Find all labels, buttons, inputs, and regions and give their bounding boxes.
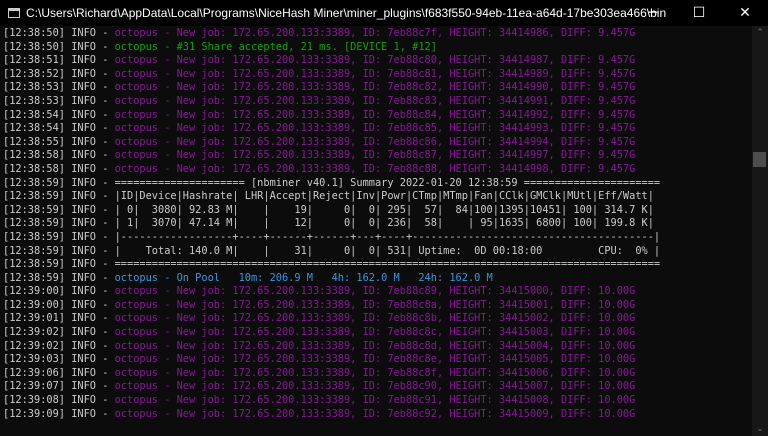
log-line: [12:38:59] INFO - | 0| 3080| 92.83 M| | …: [3, 204, 751, 218]
window-title: C:\Users\Richard\AppData\Local\Programs\…: [26, 6, 666, 20]
log-line: [12:38:53] INFO - octopus - New job: 172…: [3, 95, 751, 109]
log-line: [12:39:06] INFO - octopus - New job: 172…: [3, 367, 751, 381]
console-output[interactable]: [12:38:50] INFO - octopus - New job: 172…: [3, 27, 751, 436]
scroll-up-arrow-icon[interactable]: ⌃: [752, 28, 768, 38]
log-line: [12:38:58] INFO - octopus - New job: 172…: [3, 149, 751, 163]
log-prefix: [12:38:59] INFO -: [3, 230, 115, 243]
log-message: ========================================…: [114, 258, 661, 271]
minimize-button[interactable]: ─: [630, 0, 676, 26]
log-line: [12:38:50] INFO - octopus - New job: 172…: [3, 27, 751, 41]
log-message: octopus - New job: 172.65.200.133:3389, …: [114, 407, 636, 420]
log-message: octopus - New job: 172.65.200.133:3389, …: [114, 312, 636, 325]
log-line: [12:39:00] INFO - octopus - New job: 172…: [3, 299, 751, 313]
log-prefix: [12:39:02] INFO -: [3, 326, 115, 339]
log-line: [12:39:03] INFO - octopus - New job: 172…: [3, 353, 751, 367]
log-message: octopus - New job: 172.65.200.133:3389, …: [114, 285, 636, 298]
log-message: octopus - New job: 172.65.200.133:3389, …: [114, 162, 636, 175]
log-message: octopus - #31 Share accepted, 21 ms. [DE…: [114, 40, 437, 53]
log-message: octopus - On Pool 10m: 206.9 M 4h: 162.0…: [114, 271, 493, 284]
log-prefix: [12:39:06] INFO -: [3, 366, 115, 379]
log-prefix: [12:38:54] INFO -: [3, 122, 115, 135]
log-message: octopus - New job: 172.65.200.133:3389, …: [114, 298, 636, 311]
log-message: octopus - New job: 172.65.200.133:3389, …: [114, 54, 636, 67]
log-line: [12:38:59] INFO - ===================== …: [3, 177, 751, 191]
log-prefix: [12:38:59] INFO -: [3, 176, 115, 189]
vertical-scrollbar[interactable]: ⌃ ⌄: [752, 26, 768, 436]
log-line: [12:38:51] INFO - octopus - New job: 172…: [3, 54, 751, 68]
log-prefix: [12:38:59] INFO -: [3, 244, 115, 257]
log-prefix: [12:38:53] INFO -: [3, 81, 115, 94]
log-line: [12:38:50] INFO - octopus - #31 Share ac…: [3, 41, 751, 55]
log-prefix: [12:38:52] INFO -: [3, 67, 115, 80]
log-line: [12:39:01] INFO - octopus - New job: 172…: [3, 312, 751, 326]
log-message: octopus - New job: 172.65.200.133:3389, …: [114, 366, 636, 379]
log-line: [12:38:53] INFO - octopus - New job: 172…: [3, 81, 751, 95]
log-prefix: [12:39:03] INFO -: [3, 353, 115, 366]
log-prefix: [12:38:59] INFO -: [3, 217, 115, 230]
log-message: octopus - New job: 172.65.200.133:3389, …: [114, 353, 636, 366]
log-prefix: [12:39:08] INFO -: [3, 394, 115, 407]
log-message: |ID|Device|Hashrate| LHR|Accept|Reject|I…: [114, 190, 654, 203]
log-message: ===================== [nbminer v40.1] Su…: [114, 176, 661, 189]
log-message: octopus - New job: 172.65.200.133:3389, …: [114, 27, 636, 39]
log-prefix: [12:38:50] INFO -: [3, 40, 115, 53]
scrollbar-thumb[interactable]: [753, 152, 766, 167]
log-line: [12:39:02] INFO - octopus - New job: 172…: [3, 326, 751, 340]
log-line: [12:38:55] INFO - octopus - New job: 172…: [3, 136, 751, 150]
log-prefix: [12:38:50] INFO -: [3, 27, 115, 39]
log-prefix: [12:38:51] INFO -: [3, 54, 115, 67]
console-app-icon: [8, 8, 20, 18]
log-message: octopus - New job: 172.65.200.133:3389, …: [114, 122, 636, 135]
log-message: octopus - New job: 172.65.200.133:3389, …: [114, 326, 636, 339]
scroll-down-arrow-icon[interactable]: ⌄: [752, 424, 768, 434]
log-line: [12:39:00] INFO - octopus - New job: 172…: [3, 285, 751, 299]
log-prefix: [12:38:58] INFO -: [3, 149, 115, 162]
log-prefix: [12:39:09] INFO -: [3, 407, 115, 420]
log-line: [12:39:08] INFO - octopus - New job: 172…: [3, 394, 751, 408]
maximize-button[interactable]: ☐: [676, 0, 722, 26]
log-prefix: [12:38:54] INFO -: [3, 108, 115, 121]
log-message: octopus - New job: 172.65.200.133:3389, …: [114, 67, 636, 80]
log-message: octopus - New job: 172.65.200.133:3389, …: [114, 81, 636, 94]
log-line: [12:38:59] INFO - |ID|Device|Hashrate| L…: [3, 190, 751, 204]
log-prefix: [12:38:59] INFO -: [3, 203, 115, 216]
log-line: [12:38:54] INFO - octopus - New job: 172…: [3, 122, 751, 136]
log-prefix: [12:38:55] INFO -: [3, 135, 115, 148]
log-line: [12:38:58] INFO - octopus - New job: 172…: [3, 163, 751, 177]
log-message: |------------------+----+------+------+-…: [114, 230, 661, 243]
log-line: [12:39:02] INFO - octopus - New job: 172…: [3, 340, 751, 354]
log-message: octopus - New job: 172.65.200.133:3389, …: [114, 135, 636, 148]
log-message: | 1| 3070| 47.14 M| | 12| 0| 0| 236| 58|…: [114, 217, 654, 230]
log-message: | Total: 140.0 M| | 31| 0| 0| 531| Uptim…: [114, 244, 661, 257]
log-line: [12:38:59] INFO - | 1| 3070| 47.14 M| | …: [3, 217, 751, 231]
log-message: octopus - New job: 172.65.200.133:3389, …: [114, 108, 636, 121]
log-prefix: [12:38:53] INFO -: [3, 94, 115, 107]
log-message: octopus - New job: 172.65.200.133:3389, …: [114, 380, 636, 393]
log-message: | 0| 3080| 92.83 M| | 19| 0| 0| 295| 57|…: [114, 203, 654, 216]
log-message: octopus - New job: 172.65.200.133:3389, …: [114, 149, 636, 162]
log-prefix: [12:39:02] INFO -: [3, 339, 115, 352]
log-prefix: [12:38:59] INFO -: [3, 271, 115, 284]
log-line: [12:38:59] INFO - ======================…: [3, 258, 751, 272]
log-message: octopus - New job: 172.65.200.133:3389, …: [114, 94, 636, 107]
log-prefix: [12:39:00] INFO -: [3, 285, 115, 298]
log-prefix: [12:39:01] INFO -: [3, 312, 115, 325]
log-line: [12:38:52] INFO - octopus - New job: 172…: [3, 68, 751, 82]
log-line: [12:38:59] INFO - | Total: 140.0 M| | 31…: [3, 245, 751, 259]
log-prefix: [12:39:07] INFO -: [3, 380, 115, 393]
log-prefix: [12:39:00] INFO -: [3, 298, 115, 311]
log-message: octopus - New job: 172.65.200.133:3389, …: [114, 339, 636, 352]
log-line: [12:38:59] INFO - octopus - On Pool 10m:…: [3, 272, 751, 286]
log-line: [12:38:59] INFO - |------------------+--…: [3, 231, 751, 245]
log-prefix: [12:38:59] INFO -: [3, 258, 115, 271]
log-line: [12:39:09] INFO - octopus - New job: 172…: [3, 408, 751, 422]
close-button[interactable]: ✕: [722, 0, 768, 26]
log-line: [12:38:54] INFO - octopus - New job: 172…: [3, 109, 751, 123]
title-bar[interactable]: C:\Users\Richard\AppData\Local\Programs\…: [0, 0, 768, 26]
log-line: [12:39:07] INFO - octopus - New job: 172…: [3, 380, 751, 394]
log-message: octopus - New job: 172.65.200.133:3389, …: [114, 394, 636, 407]
log-prefix: [12:38:58] INFO -: [3, 162, 115, 175]
log-prefix: [12:38:59] INFO -: [3, 190, 115, 203]
